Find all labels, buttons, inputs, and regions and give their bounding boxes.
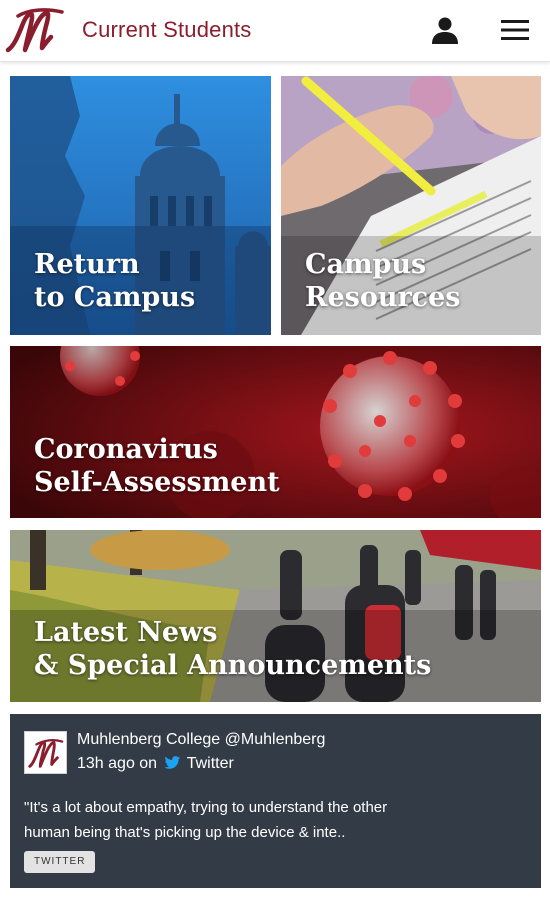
tile-return-to-campus[interactable]: Return to Campus: [10, 76, 271, 335]
tweet-time: 13h ago on: [77, 755, 158, 772]
user-icon[interactable]: [430, 15, 460, 45]
twitter-bird-icon: [163, 756, 180, 769]
tile-label: Campus Resources: [305, 249, 461, 313]
muhlenberg-logo-icon[interactable]: [4, 6, 66, 54]
tile-label: Return to Campus: [34, 249, 196, 313]
tweet-source[interactable]: Twitter: [187, 755, 234, 772]
app-header: Current Students: [0, 0, 550, 62]
twitter-badge[interactable]: TWITTER: [24, 851, 96, 873]
hamburger-menu-icon[interactable]: [500, 16, 530, 44]
tile-coronavirus-self-assessment[interactable]: Coronavirus Self-Assessment: [10, 346, 541, 518]
page-title: Current Students: [82, 17, 252, 42]
tile-label: Coronavirus Self-Assessment: [34, 434, 280, 498]
muhlenberg-avatar-icon: [24, 731, 67, 774]
tweet-text: "It's a lot about empathy, trying to und…: [24, 795, 529, 845]
tweet-text-line: human being that's picking up the device…: [24, 824, 346, 841]
tweet-author[interactable]: Muhlenberg College @Muhlenberg: [77, 731, 325, 749]
tile-label: Latest News & Special Announcements: [34, 617, 432, 681]
tweet-card[interactable]: Muhlenberg College @Muhlenberg 13h ago o…: [10, 714, 541, 888]
tile-campus-resources[interactable]: Campus Resources: [281, 76, 541, 335]
tile-latest-news[interactable]: Latest News & Special Announcements: [10, 530, 541, 702]
tweet-text-line: "It's a lot about empathy, trying to und…: [24, 799, 388, 816]
tweet-meta: 13h ago on Twitter: [77, 755, 234, 773]
